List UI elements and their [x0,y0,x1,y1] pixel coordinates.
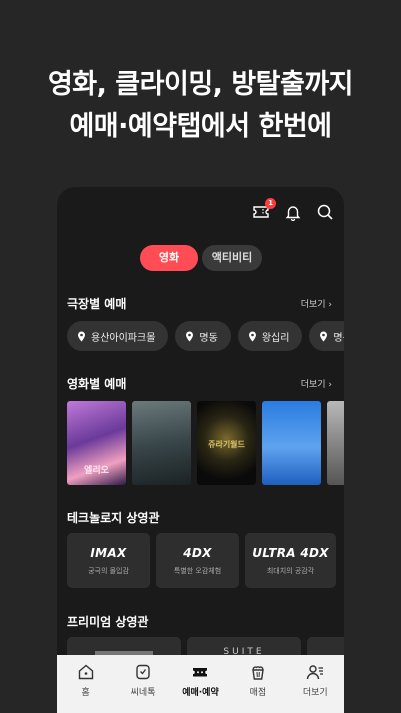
nav-booking[interactable]: 예매·예약 [172,655,228,698]
nav-more[interactable]: 더보기 [287,655,343,698]
tech-section-title: 테크놀로지 상영관 [67,511,160,525]
bottom-nav: 홈 씨네톡 예매·예약 매점 더보기 [57,655,344,713]
tech-theater-list: IMAX 궁극의 몰입감 4DX 특별한 오감체험 ULTRA 4DX 최대치의… [67,533,336,588]
tech-card-4dx[interactable]: 4DX 특별한 오감체험 [156,533,239,588]
movie-section-title: 영화별 예매 [67,377,127,391]
tech-logo: ULTRA 4DX [252,545,329,560]
location-pin-icon [248,331,256,341]
theater-chip[interactable]: 명동역 씨 [309,321,344,351]
theater-section-title: 극장별 예매 [67,297,127,311]
poster-title: 쥬라기월드 [208,440,245,449]
tech-subtitle: 궁극의 몰입감 [88,566,129,575]
movie-poster[interactable]: 쥬라기월드 [197,401,256,485]
movie-poster[interactable] [132,401,191,485]
tech-card-imax[interactable]: IMAX 궁극의 몰입감 [67,533,150,588]
nav-label: 매점 [249,688,267,698]
ticket-icon[interactable]: 1 [252,198,276,221]
movie-poster[interactable] [262,401,321,485]
premium-section-title: 프리미엄 상영관 [67,615,149,629]
popcorn-icon [252,666,264,680]
theater-chip-label: 왕십리 [261,332,290,344]
top-bar-icons: 1 [252,198,334,222]
movie-poster-list: 엘리오 쥬라기월드 [67,401,344,485]
profile-menu-icon [307,665,324,680]
theater-chip-label: 명동 [199,332,218,344]
theater-more-link[interactable]: 더보기 › [301,297,332,310]
phone-screen: 1 영화 액티비티 극장별 예매 더보기 › 용산아이파크몰 명동 왕십리 명동… [57,187,344,713]
nav-label: 예매·예약 [182,688,219,698]
cinetalk-icon [136,664,150,680]
nav-snack[interactable]: 매점 [230,655,286,698]
theater-chip-label: 명동역 씨 [333,332,344,344]
theater-chip[interactable]: 왕십리 [237,321,303,351]
tech-subtitle: 최대치의 공감각 [266,566,315,575]
bell-icon[interactable] [284,203,302,222]
tech-subtitle: 특별한 오감체험 [173,566,222,575]
movie-poster[interactable] [327,401,344,485]
movie-more-link[interactable]: 더보기 › [301,377,332,390]
nav-cinetalk[interactable]: 씨네톡 [115,655,171,698]
home-icon [78,664,93,680]
nav-label: 홈 [81,688,90,698]
notification-badge: 1 [265,198,276,209]
ticket-icon [193,668,208,677]
location-pin-icon [186,331,194,341]
poster-title: 엘리오 [84,466,109,476]
tab-activity[interactable]: 액티비티 [202,245,262,271]
theater-chip-list: 용산아이파크몰 명동 왕십리 명동역 씨 [67,321,344,351]
movie-poster[interactable]: 엘리오 [67,401,126,485]
category-toggle: 영화 액티비티 [140,245,262,271]
tech-logo: 4DX [183,545,212,560]
search-icon[interactable] [316,203,334,221]
theater-chip-label: 용산아이파크몰 [91,332,156,344]
theater-chip[interactable]: 명동 [175,321,231,351]
tech-card-ultra-4dx[interactable]: ULTRA 4DX 최대치의 공감각 [245,533,336,588]
nav-label: 씨네톡 [130,688,156,698]
location-pin-icon [78,331,85,341]
headline-line-2: 예매·예약탭에서 한번에 [69,111,332,142]
location-pin-icon [320,331,328,341]
headline-line-1: 영화, 클라이밍, 방탈출까지 [47,69,354,100]
theater-chip[interactable]: 용산아이파크몰 [67,321,169,351]
tech-logo: IMAX [90,545,127,560]
nav-label: 더보기 [302,688,328,698]
nav-home[interactable]: 홈 [58,655,114,698]
tab-movie[interactable]: 영화 [140,245,198,271]
